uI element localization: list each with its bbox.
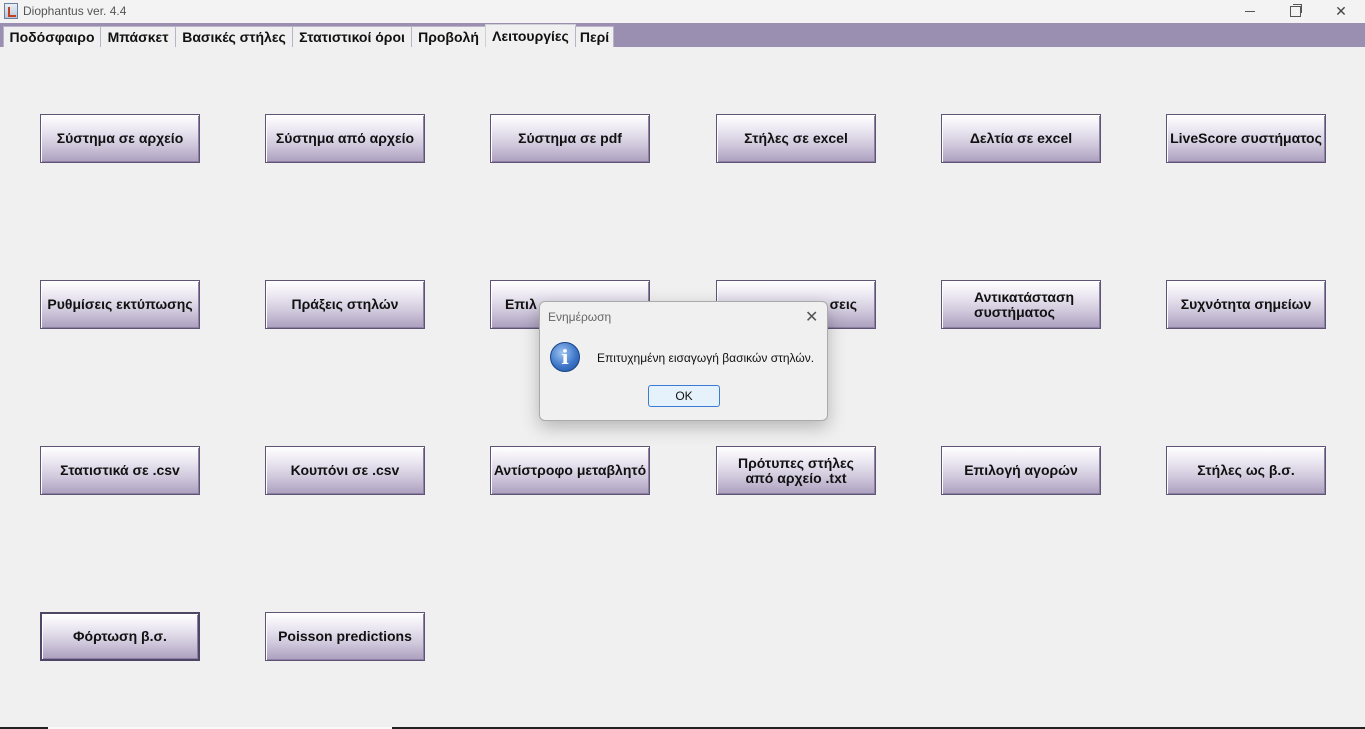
window-title: Diophantus ver. 4.4: [23, 4, 127, 18]
close-icon: ✕: [1335, 3, 1347, 19]
columns-to-excel-button[interactable]: Στήλες σε excel: [716, 114, 876, 163]
system-from-file-button[interactable]: Σύστημα από αρχείο: [265, 114, 425, 163]
columns-as-base-system-button[interactable]: Στήλες ως β.σ.: [1166, 446, 1326, 495]
dialog-close-icon[interactable]: ✕: [805, 307, 818, 326]
template-columns-from-txt-button[interactable]: Πρότυπες στήλες από αρχείο .txt: [716, 446, 876, 495]
point-frequency-button[interactable]: Συχνότητα σημείων: [1166, 280, 1326, 329]
restore-button[interactable]: [1272, 0, 1318, 23]
dialog-message: Επιτυχημένη εισαγωγή βασικών στηλών.: [597, 351, 815, 365]
system-replacement-button[interactable]: Αντικατάσταση συστήματος: [941, 280, 1101, 329]
tab-basketball[interactable]: Μπάσκετ: [100, 26, 176, 47]
title-bar: Diophantus ver. 4.4 ✕: [0, 0, 1365, 23]
tab-view[interactable]: Προβολή: [411, 26, 486, 47]
coupon-to-csv-button[interactable]: Κουπόνι σε .csv: [265, 446, 425, 495]
tab-basic-columns[interactable]: Βασικές στήλες: [175, 26, 293, 47]
close-window-button[interactable]: ✕: [1318, 0, 1364, 23]
tab-football[interactable]: Ποδόσφαιρο: [3, 26, 101, 47]
stats-to-csv-button[interactable]: Στατιστικά σε .csv: [40, 446, 200, 495]
system-to-pdf-button[interactable]: Σύστημα σε pdf: [490, 114, 650, 163]
market-selection-button[interactable]: Επιλογή αγορών: [941, 446, 1101, 495]
slips-to-excel-button[interactable]: Δελτία σε excel: [941, 114, 1101, 163]
system-to-file-button[interactable]: Σύστημα σε αρχείο: [40, 114, 200, 163]
app-icon: [4, 3, 18, 19]
minimize-button[interactable]: [1227, 0, 1273, 23]
print-settings-button[interactable]: Ρυθμίσεις εκτύπωσης: [40, 280, 200, 329]
tab-functions[interactable]: Λειτουργίες: [485, 24, 576, 47]
load-base-system-button[interactable]: Φόρτωση β.σ.: [40, 612, 200, 661]
column-operations-button[interactable]: Πράξεις στηλών: [265, 280, 425, 329]
minimize-icon: [1245, 11, 1255, 12]
restore-icon: [1289, 4, 1302, 17]
info-icon: i: [550, 342, 580, 372]
dialog-title: Ενημέρωση: [548, 310, 612, 324]
livescore-system-button[interactable]: LiveScore συστήματος: [1166, 114, 1326, 163]
tab-about[interactable]: Περί: [575, 26, 614, 47]
poisson-predictions-button[interactable]: Poisson predictions: [265, 612, 425, 661]
reverse-variable-button[interactable]: Αντίστροφο μεταβλητό: [490, 446, 650, 495]
tab-statistical-terms[interactable]: Στατιστικοί όροι: [292, 26, 412, 47]
info-dialog: Ενημέρωση ✕ i Επιτυχημένη εισαγωγή βασικ…: [539, 301, 828, 421]
ok-button[interactable]: OK: [648, 385, 720, 407]
